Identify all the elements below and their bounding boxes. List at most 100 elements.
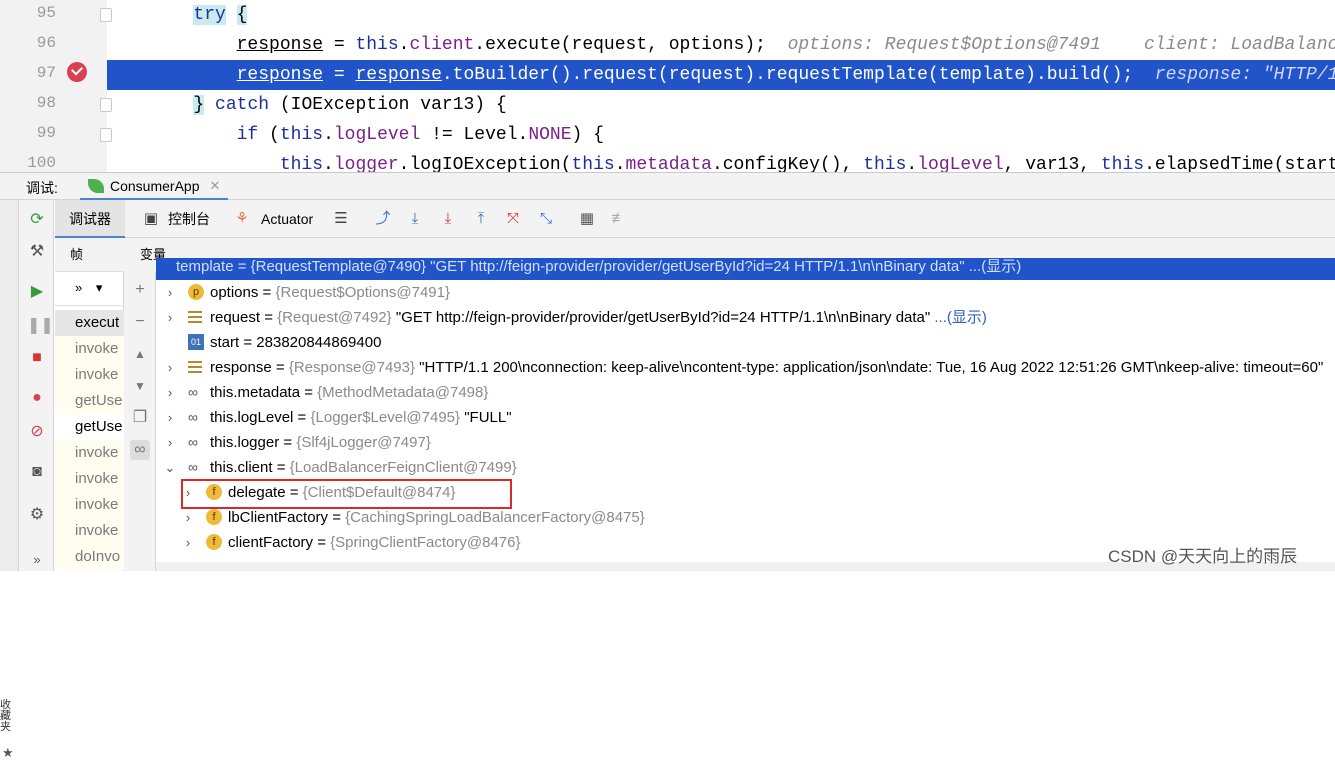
chevron-right-icon[interactable]: ›: [164, 380, 176, 405]
thread-selector[interactable]: » ▾: [55, 272, 124, 306]
variable-row[interactable]: › response = {Response@7493} "HTTP/1.1 20…: [156, 355, 1335, 380]
tab-console[interactable]: 控制台: [168, 200, 210, 238]
code-token: .execute(request, options);: [474, 35, 788, 55]
frame-item[interactable]: invoke: [55, 440, 124, 466]
view-breakpoints-icon[interactable]: ●: [27, 388, 47, 408]
run-to-cursor-icon[interactable]: ⤡: [536, 209, 556, 229]
remove-icon[interactable]: −: [130, 312, 150, 332]
variable-row[interactable]: › request = {Request@7492} "GET http://fe…: [156, 305, 1335, 330]
line-number: 97: [36, 64, 56, 82]
favorites-label[interactable]: 收藏夹: [0, 700, 14, 733]
variable-row[interactable]: ⌄ ∞ this.client = {LoadBalancerFeignClient…: [156, 455, 1335, 480]
frame-item[interactable]: doInvo: [55, 544, 124, 570]
gear-icon[interactable]: ⚙: [27, 505, 47, 525]
code-line-current[interactable]: response = response.toBuilder().request(…: [107, 60, 1335, 90]
line-number: 99: [36, 124, 56, 142]
trace-icon[interactable]: ≢: [609, 209, 629, 229]
code-editor[interactable]: 95 96 97 98 99 100 try { response = this…: [0, 0, 1335, 172]
code-line[interactable]: try {: [107, 0, 1335, 30]
actuator-icon[interactable]: ⚘: [232, 209, 252, 229]
frame-item[interactable]: execut: [55, 310, 124, 336]
move-down-icon[interactable]: ▼: [130, 376, 150, 396]
local-variable-icon: [188, 311, 202, 323]
frame-item[interactable]: getUse: [55, 414, 124, 440]
star-icon[interactable]: ★: [2, 745, 14, 761]
code-line[interactable]: } catch (IOException var13) {: [107, 90, 1335, 120]
console-icon[interactable]: ▣: [141, 209, 161, 229]
frame-item[interactable]: getUse: [55, 388, 124, 414]
variable-type: {MethodMetadata@7498}: [317, 384, 489, 401]
chevron-right-icon[interactable]: ›: [164, 430, 176, 455]
watch-glasses-icon: ∞: [188, 459, 198, 475]
code-line[interactable]: if (this.logLevel != Level.NONE) {: [107, 120, 1335, 150]
variable-row[interactable]: › ∞ this.logger = {Slf4jLogger@7497}: [156, 430, 1335, 455]
rerun-icon[interactable]: ⟳: [27, 210, 47, 230]
code-token: options: Request$Options@7491 client: Lo…: [787, 35, 1335, 55]
mute-breakpoints-icon[interactable]: ⊘: [27, 422, 47, 442]
step-out-icon[interactable]: ⤒: [471, 209, 491, 229]
frame-item[interactable]: invoke: [55, 362, 124, 388]
chevron-down-icon[interactable]: ▾: [96, 280, 103, 295]
tab-debugger[interactable]: 调试器: [55, 200, 125, 238]
variable-row[interactable]: › ∞ this.metadata = {MethodMetadata@7498}: [156, 380, 1335, 405]
editor-gutter[interactable]: 95 96 97 98 99 100: [0, 0, 112, 172]
variable-name: clientFactory: [228, 534, 314, 551]
chevron-down-icon[interactable]: ⌄: [164, 455, 176, 480]
step-over-icon[interactable]: ⤓: [405, 209, 425, 229]
resume-icon[interactable]: ▶: [27, 282, 47, 302]
code-token: this: [1100, 155, 1145, 172]
tab-consumerapp[interactable]: ConsumerApp ✕: [80, 173, 229, 201]
variable-type: {CachingSpringLoadBalancerFactory@8475}: [345, 509, 645, 526]
variable-row[interactable]: 01 start = 283820844869400: [156, 330, 1335, 355]
more-icon[interactable]: »: [27, 550, 47, 570]
variable-row[interactable]: › p options = {Request$Options@7491}: [156, 280, 1335, 305]
equals-sign: =: [271, 359, 289, 376]
add-watch-icon[interactable]: +: [130, 280, 150, 300]
variable-row[interactable]: › ∞ this.logLevel = {Logger$Level@7495} "F…: [156, 405, 1335, 430]
code-token: .: [323, 155, 334, 172]
variable-value: "FULL": [464, 409, 512, 426]
wrench-icon[interactable]: ⚒: [27, 242, 47, 262]
tab-actuator[interactable]: Actuator: [261, 200, 313, 238]
variables-toolstrip: + − ▲ ▼ ❐ ∞: [124, 272, 156, 571]
variable-name: this.logLevel: [210, 409, 294, 426]
chevron-right-icon[interactable]: ›: [164, 305, 176, 330]
frame-item[interactable]: invoke: [55, 466, 124, 492]
breakpoint-icon[interactable]: [67, 62, 87, 82]
copy-icon[interactable]: ❐: [130, 408, 150, 428]
glasses-icon[interactable]: ∞: [130, 440, 150, 460]
variable-name: lbClientFactory: [228, 509, 329, 526]
frame-item[interactable]: invoke: [55, 518, 124, 544]
code-token: .toBuilder().request(request).requestTem…: [441, 65, 1155, 85]
variables-tree[interactable]: template = {RequestTemplate@7490} "GET h…: [156, 258, 1335, 571]
show-more-link[interactable]: ...(显示): [934, 309, 987, 326]
code-line[interactable]: response = this.client.execute(request, …: [107, 30, 1335, 60]
move-up-icon[interactable]: ▲: [130, 344, 150, 364]
code-line[interactable]: this.logger.logIOException(this.metadata…: [107, 150, 1335, 172]
frame-item[interactable]: invoke: [55, 336, 124, 362]
close-icon[interactable]: ✕: [210, 178, 221, 194]
stop-icon[interactable]: ■: [27, 348, 47, 368]
variable-type: {SpringClientFactory@8476}: [330, 534, 521, 551]
chevron-right-icon[interactable]: ›: [164, 280, 176, 305]
step-into-icon[interactable]: ⤓: [438, 209, 458, 229]
chevron-right-icon[interactable]: ›: [182, 530, 194, 555]
variable-type: {LoadBalancerFeignClient@7499}: [289, 459, 517, 476]
variable-row-selected[interactable]: template = {RequestTemplate@7490} "GET h…: [156, 258, 1335, 280]
code-token: NONE: [528, 125, 572, 145]
variable-entry: options = {Request$Options@7491}: [210, 280, 450, 305]
evaluate-icon[interactable]: ▦: [577, 209, 597, 229]
chevron-right-icon[interactable]: ›: [164, 355, 176, 380]
pause-icon[interactable]: ❚❚: [27, 316, 54, 336]
menu-icon[interactable]: ☰: [331, 209, 351, 229]
variable-type: {Response@7493}: [288, 359, 415, 376]
camera-icon[interactable]: ◙: [27, 462, 47, 482]
code-token: }: [193, 95, 205, 115]
code-token: =: [323, 35, 356, 55]
code-token: {: [236, 5, 248, 25]
spring-boot-icon: [88, 178, 104, 193]
show-execution-point-icon[interactable]: ⤴: [373, 209, 393, 229]
drop-frame-icon[interactable]: ⤧: [503, 209, 523, 229]
frame-item[interactable]: invoke: [55, 492, 124, 518]
chevron-right-icon[interactable]: ›: [164, 405, 176, 430]
